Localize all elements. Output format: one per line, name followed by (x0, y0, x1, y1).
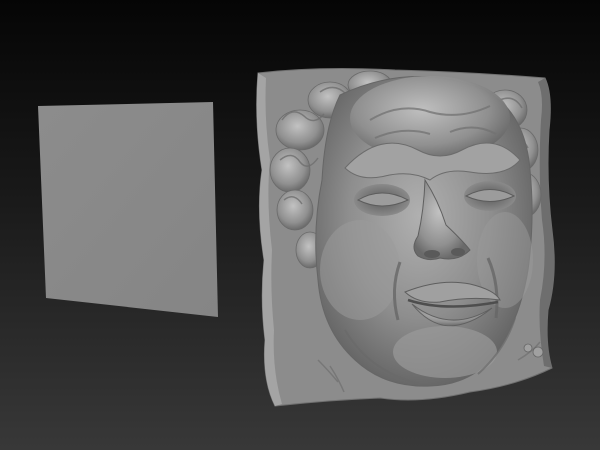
sculpt-viewport-canvas[interactable] (0, 0, 600, 450)
sculpted-face-relief[interactable] (256, 68, 555, 407)
viewport-scene (38, 68, 555, 407)
flat-plane-mesh[interactable] (38, 102, 218, 317)
